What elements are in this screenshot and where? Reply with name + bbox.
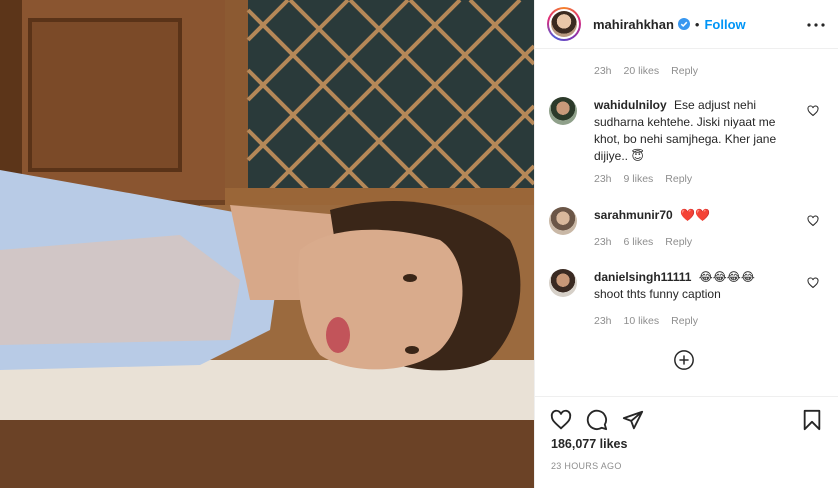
comment-likes[interactable]: 6 likes: [624, 236, 654, 248]
comment-icon[interactable]: [586, 409, 608, 431]
comment-item: sarahmunir70 ❤️❤️ 23h 6 likes Reply: [549, 207, 825, 257]
comment-likes[interactable]: 9 likes: [624, 173, 654, 185]
post-side-panel: mahirahkhan • Follow 23h 20 likes Reply …: [534, 0, 838, 488]
post-photo-image: [0, 0, 534, 488]
commenter-username[interactable]: danielsingh11111: [594, 270, 691, 284]
avatar[interactable]: [547, 7, 581, 41]
reply-button[interactable]: Reply: [665, 173, 692, 185]
heart-icon[interactable]: [807, 215, 819, 227]
post-photo[interactable]: [0, 0, 534, 488]
comment-meta: 23h 20 likes Reply: [594, 65, 710, 77]
add-circle-icon[interactable]: [673, 349, 695, 371]
comment-meta: 23h 6 likes Reply: [594, 236, 704, 248]
comment-text: shoot thts funny caption: [594, 287, 721, 301]
comment-meta: 23h 9 likes Reply: [594, 173, 704, 185]
comment-body: wahidulniloy Ese adjust nehi sudharna ke…: [594, 97, 794, 165]
reply-button[interactable]: Reply: [671, 65, 698, 77]
comment-meta: 23h 10 likes Reply: [594, 315, 710, 327]
heart-icon[interactable]: [550, 409, 572, 431]
comment-time: 23h: [594, 173, 612, 185]
avatar-image: [551, 11, 577, 37]
bookmark-icon[interactable]: [801, 409, 823, 431]
reply-button[interactable]: Reply: [671, 315, 698, 327]
comments-list: 23h 20 likes Reply wahidulniloy Ese adju…: [535, 49, 838, 396]
post-timestamp: 23 HOURS AGO: [551, 461, 622, 471]
comment-body: danielsingh11111 😂😂😂😂 shoot thts funny c…: [594, 269, 794, 303]
likes-count[interactable]: 186,077 likes: [551, 437, 627, 451]
commenter-avatar[interactable]: [549, 97, 577, 125]
comment-emoji: 😂😂😂😂: [698, 270, 755, 284]
more-options-icon[interactable]: [807, 18, 825, 32]
comment-body: sarahmunir70 ❤️❤️: [594, 207, 794, 224]
separator-dot: •: [694, 16, 700, 32]
comment-time: 23h: [594, 236, 612, 248]
comment-item: wahidulniloy Ese adjust nehi sudharna ke…: [549, 97, 825, 197]
heart-icon[interactable]: [807, 277, 819, 289]
post-actions: 186,077 likes 23 HOURS AGO: [535, 396, 838, 488]
heart-icon[interactable]: [807, 105, 819, 117]
reply-button[interactable]: Reply: [665, 236, 692, 248]
username-link[interactable]: mahirahkhan: [593, 17, 674, 32]
comment-emoji: ❤️❤️: [680, 208, 710, 222]
comment-likes[interactable]: 10 likes: [624, 315, 660, 327]
commenter-username[interactable]: wahidulniloy: [594, 98, 667, 112]
comment-time: 23h: [594, 65, 612, 77]
comment-time: 23h: [594, 315, 612, 327]
share-icon[interactable]: [622, 409, 644, 431]
post-header: mahirahkhan • Follow: [535, 0, 838, 49]
comment-item: danielsingh11111 😂😂😂😂 shoot thts funny c…: [549, 269, 825, 339]
comment-emoji: 😇: [631, 149, 644, 163]
commenter-avatar[interactable]: [549, 207, 577, 235]
comment-likes[interactable]: 20 likes: [624, 65, 660, 77]
follow-button[interactable]: Follow: [704, 17, 745, 32]
commenter-avatar[interactable]: [549, 269, 577, 297]
verified-badge-icon: [677, 18, 690, 30]
commenter-username[interactable]: sarahmunir70: [594, 208, 673, 222]
